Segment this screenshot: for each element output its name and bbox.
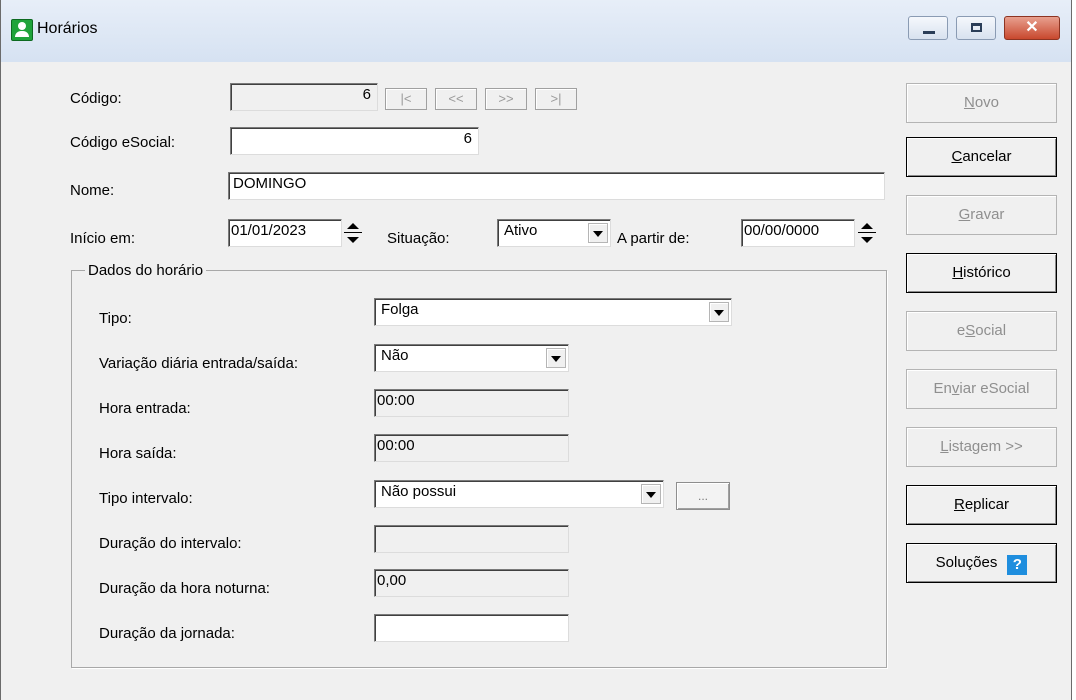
minimize-button[interactable]: [908, 16, 948, 40]
situacao-label: Situação:: [387, 230, 450, 247]
duracao-noturna-field: 0,00: [374, 569, 569, 597]
tipo-intervalo-value: Não possui: [381, 483, 457, 500]
a-partir-field[interactable]: 00/00/0000: [741, 219, 855, 247]
codigo-field: 6: [230, 83, 378, 111]
tipo-select[interactable]: Folga: [374, 298, 732, 326]
enviar-esocial-button[interactable]: Enviar eSocial: [906, 369, 1057, 409]
solucoes-button[interactable]: Soluções?: [906, 543, 1057, 583]
group-title: Dados do horário: [85, 262, 207, 279]
chevron-down-icon[interactable]: [709, 302, 729, 322]
maximize-button[interactable]: [956, 16, 996, 40]
esocial-button[interactable]: eSocial: [906, 311, 1057, 351]
user-app-icon: [11, 19, 33, 41]
close-icon: ✕: [1025, 19, 1039, 36]
nome-field[interactable]: DOMINGO: [228, 172, 885, 200]
nav-last-button[interactable]: >|: [535, 88, 577, 110]
hora-entrada-label: Hora entrada:: [99, 400, 191, 417]
cancelar-button[interactable]: Cancelar: [906, 137, 1057, 177]
chevron-down-icon[interactable]: [641, 484, 661, 504]
gravar-button[interactable]: Gravar: [906, 195, 1057, 235]
chevron-down-icon[interactable]: [546, 348, 566, 368]
variacao-select[interactable]: Não: [374, 344, 569, 372]
dados-horario-group: [71, 270, 887, 668]
spin-down-icon[interactable]: [858, 233, 876, 247]
help-icon: ?: [1007, 555, 1028, 575]
duracao-intervalo-label: Duração do intervalo:: [99, 535, 242, 552]
nav-prev-button[interactable]: <<: [435, 88, 477, 110]
nome-label: Nome:: [70, 182, 115, 199]
tipo-intervalo-select[interactable]: Não possui: [374, 480, 664, 508]
tipo-intervalo-label: Tipo intervalo:: [99, 490, 193, 507]
nav-next-button[interactable]: >>: [485, 88, 527, 110]
a-partir-label: A partir de:: [617, 230, 690, 247]
maximize-icon: [971, 23, 982, 32]
duracao-jornada-field[interactable]: [374, 614, 569, 642]
minimize-icon: [923, 31, 935, 34]
duracao-noturna-label: Duração da hora noturna:: [99, 580, 270, 597]
novo-button[interactable]: Novo: [906, 83, 1057, 123]
variacao-value: Não: [381, 347, 409, 364]
spin-up-icon[interactable]: [858, 219, 876, 233]
window-title: Horários: [37, 20, 98, 37]
spin-up-icon[interactable]: [344, 219, 362, 233]
horarios-window: Horários ✕ Código: 6 |< << >> >| Código …: [0, 0, 1072, 700]
a-partir-spinner[interactable]: [858, 219, 876, 247]
codigo-label: Código:: [70, 90, 122, 107]
inicio-field[interactable]: 01/01/2023: [228, 219, 342, 247]
hora-saida-label: Hora saída:: [99, 445, 177, 462]
hora-entrada-field: 00:00: [374, 389, 569, 417]
title-bar: Horários ✕: [1, 0, 1071, 62]
duracao-jornada-label: Duração da jornada:: [99, 625, 235, 642]
codigo-esocial-field[interactable]: 6: [230, 127, 479, 155]
spin-down-icon[interactable]: [344, 233, 362, 247]
situacao-value: Ativo: [504, 222, 538, 239]
tipo-intervalo-lookup-button[interactable]: ...: [676, 482, 730, 510]
inicio-spinner[interactable]: [344, 219, 362, 247]
tipo-value: Folga: [381, 301, 419, 318]
historico-button[interactable]: Histórico: [906, 253, 1057, 293]
nav-first-button[interactable]: |<: [385, 88, 427, 110]
hora-saida-field: 00:00: [374, 434, 569, 462]
inicio-label: Início em:: [70, 230, 136, 247]
close-button[interactable]: ✕: [1004, 16, 1060, 40]
listagem-button[interactable]: Listagem >>: [906, 427, 1057, 467]
duracao-intervalo-field: [374, 525, 569, 553]
replicar-button[interactable]: Replicar: [906, 485, 1057, 525]
codigo-esocial-label: Código eSocial:: [70, 134, 176, 151]
variacao-label: Variação diária entrada/saída:: [99, 355, 299, 372]
tipo-label: Tipo:: [99, 310, 132, 327]
chevron-down-icon[interactable]: [588, 223, 608, 243]
situacao-select[interactable]: Ativo: [497, 219, 611, 247]
